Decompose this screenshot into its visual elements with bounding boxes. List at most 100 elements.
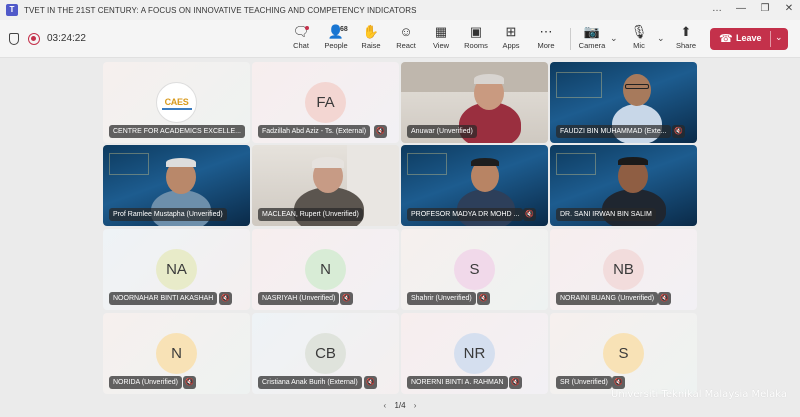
previous-page-button[interactable]: ‹ bbox=[384, 401, 387, 410]
muted-mic-icon: 🔇 bbox=[340, 292, 353, 305]
leave-button[interactable]: ☎ Leave ⌄ bbox=[710, 28, 788, 50]
hand-icon: ✋ bbox=[362, 24, 380, 39]
chat-icon: 🗨 bbox=[292, 24, 310, 39]
raise-hand-button[interactable]: ✋ Raise bbox=[353, 24, 389, 56]
muted-mic-icon: 🔇 bbox=[374, 125, 387, 138]
rooms-icon: ▣ bbox=[469, 24, 483, 39]
watermark-text: Universiti Teknikal Malaysia Melaka bbox=[611, 389, 787, 400]
people-count: 68 bbox=[340, 26, 348, 33]
view-button[interactable]: ▦ View bbox=[423, 24, 459, 56]
recording-icon bbox=[28, 33, 40, 45]
event-banner-graphic bbox=[109, 153, 149, 175]
avatar: S bbox=[603, 333, 644, 374]
participant-name: Cristiana Anak Burih (External) bbox=[258, 376, 362, 389]
more-window-options-icon[interactable]: … bbox=[706, 3, 728, 14]
mic-options-chevron-icon[interactable]: ⌄ bbox=[657, 33, 665, 44]
event-banner-graphic bbox=[407, 153, 447, 175]
window-title: TVET IN THE 21ST CENTURY: A FOCUS ON INN… bbox=[24, 5, 417, 15]
muted-mic-icon: 🔇 bbox=[183, 376, 196, 389]
camera-button[interactable]: 📷 Camera bbox=[574, 24, 610, 56]
participant-name: SR (Unverified) bbox=[556, 376, 612, 389]
toolbar-divider bbox=[570, 28, 571, 50]
next-page-button[interactable]: › bbox=[414, 401, 417, 410]
participant-tile[interactable]: NB NORAINI BUANG (Unverified) 🔇 bbox=[550, 229, 697, 310]
react-button[interactable]: ☺ React bbox=[388, 24, 424, 56]
muted-mic-icon: 🔇 bbox=[477, 292, 490, 305]
caes-logo: CAES bbox=[156, 82, 197, 123]
apps-button[interactable]: ⊞ Apps bbox=[493, 24, 529, 56]
muted-mic-icon: 🔇 bbox=[523, 208, 536, 221]
camera-off-icon: 📷 bbox=[583, 24, 601, 39]
participant-name: DR. SANI IRWAN BIN SALIM bbox=[556, 208, 656, 221]
participant-tile[interactable]: FA Fadzillah Abd Aziz - Ts. (External) 🔇 bbox=[252, 62, 399, 143]
participant-name: Shahrir (Unverified) bbox=[407, 292, 476, 305]
participant-name: Fadzillah Abd Aziz - Ts. (External) bbox=[258, 125, 371, 138]
participant-name: NORIDA (Unverified) bbox=[109, 376, 182, 389]
add-apps-icon: ⊞ bbox=[505, 24, 517, 39]
muted-mic-icon: 🔇 bbox=[672, 125, 685, 138]
page-indicator: 1/4 bbox=[394, 401, 406, 410]
avatar: N bbox=[305, 249, 346, 290]
avatar: FA bbox=[305, 82, 346, 123]
participant-video-tile[interactable]: PROFESOR MADYA DR MOHD ... 🔇 bbox=[401, 145, 548, 226]
people-icon: 👤 bbox=[327, 24, 345, 39]
participant-tile[interactable]: N NORIDA (Unverified) 🔇 bbox=[103, 313, 250, 394]
muted-mic-icon: 🔇 bbox=[612, 376, 625, 389]
avatar: NB bbox=[603, 249, 644, 290]
mic-icon: 🎙 bbox=[630, 24, 648, 39]
mic-button[interactable]: 🎙 Mic bbox=[621, 24, 657, 56]
participant-video-tile[interactable]: FAUDZI BIN MUHAMMAD (Exte... 🔇 bbox=[550, 62, 697, 143]
avatar: N bbox=[156, 333, 197, 374]
participant-name: Prof Ramlee Mustapha (Unverified) bbox=[109, 208, 227, 221]
muted-mic-icon: 🔇 bbox=[658, 292, 671, 305]
close-window-button[interactable]: ✕ bbox=[778, 3, 800, 14]
meeting-shield-icon[interactable] bbox=[9, 33, 19, 45]
participant-tile[interactable]: NA NOORNAHAR BINTI AKASHAH 🔇 bbox=[103, 229, 250, 310]
participant-tile[interactable]: NR NORERNI BINTI A. RAHMAN 🔇 bbox=[401, 313, 548, 394]
meeting-timer: 03:24:22 bbox=[47, 33, 86, 44]
participant-name: CENTRE FOR ACADEMICS EXCELLE... bbox=[109, 125, 245, 138]
more-dots-icon: ⋯ bbox=[539, 24, 553, 39]
event-banner-graphic bbox=[556, 153, 596, 175]
share-button[interactable]: ⬆ Share bbox=[668, 24, 704, 56]
avatar: NA bbox=[156, 249, 197, 290]
participant-tile[interactable]: CB Cristiana Anak Burih (External) 🔇 bbox=[252, 313, 399, 394]
muted-mic-icon: 🔇 bbox=[364, 376, 377, 389]
participant-name: NORAINI BUANG (Unverified) bbox=[556, 292, 659, 305]
grid-view-icon: ▦ bbox=[434, 24, 448, 39]
leave-options-chevron-icon[interactable]: ⌄ bbox=[775, 32, 783, 43]
participant-video-tile[interactable]: Prof Ramlee Mustapha (Unverified) bbox=[103, 145, 250, 226]
avatar: S bbox=[454, 249, 495, 290]
smiley-icon: ☺ bbox=[399, 24, 413, 39]
minimize-button[interactable]: — bbox=[730, 3, 752, 14]
participant-tile[interactable]: N NASRIYAH (Unverified) 🔇 bbox=[252, 229, 399, 310]
gallery-pager: ‹ 1/4 › bbox=[0, 398, 800, 414]
people-button[interactable]: 👤 68 People bbox=[318, 24, 354, 56]
camera-options-chevron-icon[interactable]: ⌄ bbox=[610, 33, 618, 44]
leave-divider bbox=[770, 31, 771, 47]
chat-unread-dot bbox=[305, 26, 309, 30]
more-button[interactable]: ⋯ More bbox=[528, 24, 564, 56]
participant-video-tile[interactable]: DR. SANI IRWAN BIN SALIM bbox=[550, 145, 697, 226]
participant-tile[interactable]: CAES CENTRE FOR ACADEMICS EXCELLE... bbox=[103, 62, 250, 143]
participant-name: MACLEAN, Rupert (Unverified) bbox=[258, 208, 363, 221]
teams-app-icon: T bbox=[6, 4, 18, 16]
participant-name: PROFESOR MADYA DR MOHD ... bbox=[407, 208, 524, 221]
chat-button[interactable]: 🗨 Chat bbox=[283, 24, 319, 56]
event-banner-graphic bbox=[556, 72, 602, 98]
participant-video-tile[interactable]: MACLEAN, Rupert (Unverified) bbox=[252, 145, 399, 226]
participant-tile[interactable]: S SR (Unverified) 🔇 bbox=[550, 313, 697, 394]
participant-video-tile[interactable]: Anuwar (Unverified) bbox=[401, 62, 548, 143]
meeting-toolbar: 03:24:22 🗨 Chat 👤 68 People ✋ Raise ☺ Re… bbox=[0, 20, 800, 58]
maximize-button[interactable]: ❐ bbox=[754, 3, 776, 14]
participant-name: FAUDZI BIN MUHAMMAD (Exte... bbox=[556, 125, 671, 138]
muted-mic-icon: 🔇 bbox=[509, 376, 522, 389]
participant-tile[interactable]: S Shahrir (Unverified) 🔇 bbox=[401, 229, 548, 310]
participant-name: NORERNI BINTI A. RAHMAN bbox=[407, 376, 508, 389]
title-bar: T TVET IN THE 21ST CENTURY: A FOCUS ON I… bbox=[0, 0, 800, 20]
rooms-button[interactable]: ▣ Rooms bbox=[458, 24, 494, 56]
avatar: NR bbox=[454, 333, 495, 374]
participant-name: NASRIYAH (Unverified) bbox=[258, 292, 340, 305]
phone-hangup-icon: ☎ bbox=[719, 33, 733, 45]
avatar: CB bbox=[305, 333, 346, 374]
